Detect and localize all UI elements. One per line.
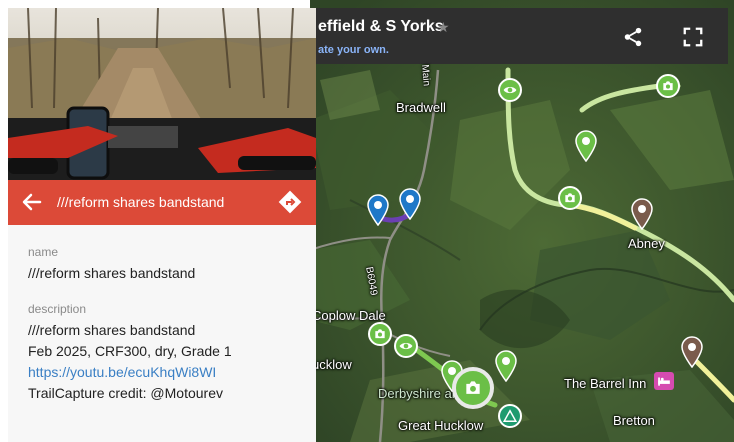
directions-icon[interactable] [278,190,302,214]
selected-pin-start[interactable] [366,194,390,226]
map-subtitle-link[interactable]: ate your own. [318,44,389,56]
description-label: description [28,302,87,316]
map-view[interactable]: effield & S Yorks ★ ate your own. Bradwe… [310,0,734,442]
poi-pin[interactable] [630,198,654,230]
map-label-barrel-inn: The Barrel Inn [564,376,647,391]
camera-icon[interactable] [656,74,680,98]
detail-header: ///reform shares bandstand [8,180,316,225]
map-label-bretton: Bretton [613,413,655,428]
map-label-hucklow: ucklow [312,357,352,372]
trail-pin[interactable] [574,130,598,162]
map-label-road-main: Main [419,64,432,87]
trail-pin[interactable] [494,350,518,382]
map-label-bradwell: Bradwell [396,100,446,115]
description-video-link[interactable]: https://youtu.be/ecuKhqWi8WI [28,364,216,380]
trail-photo [8,8,316,180]
viewpoint-icon[interactable] [498,78,522,102]
detail-panel: name ///reform shares bandstand descript… [8,225,316,442]
fullscreen-icon[interactable] [682,26,704,48]
description-line: Feb 2025, CRF300, dry, Grade 1 [28,343,232,359]
map-header: effield & S Yorks ★ ate your own. [310,8,728,64]
selected-pin-end[interactable] [398,188,422,220]
name-label: name [28,245,59,259]
map-label-coplow-dale: Coplow Dale [312,308,386,323]
star-icon[interactable]: ★ [437,19,450,36]
camera-icon[interactable] [558,186,582,210]
description-line: ///reform shares bandstand [28,322,196,338]
map-title: effield & S Yorks [318,18,444,35]
description-line: TrailCapture credit: @Motourev [28,385,223,401]
camera-icon-selected[interactable] [452,367,494,409]
camera-icon[interactable] [368,322,392,346]
poi-pin[interactable] [680,336,704,368]
back-arrow-icon[interactable] [20,190,44,214]
name-value: ///reform shares bandstand [28,265,196,281]
map-label-abney: Abney [628,236,665,251]
detail-title: ///reform shares bandstand [57,194,225,210]
share-icon[interactable] [622,26,644,48]
bed-icon[interactable] [654,372,674,390]
map-label-great-hucklow: Great Hucklow [398,418,484,433]
campsite-icon[interactable] [498,404,522,428]
viewpoint-icon[interactable] [394,334,418,358]
